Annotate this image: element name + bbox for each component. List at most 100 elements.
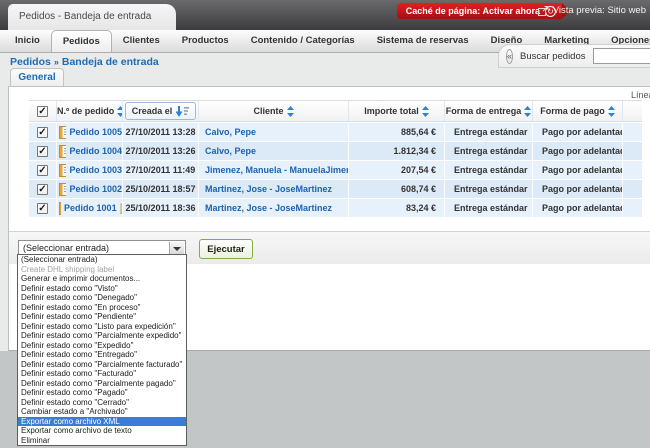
bulk-action-option[interactable]: Generar e imprimir documentos...: [18, 274, 186, 284]
menu-item-pedidos[interactable]: Pedidos: [50, 30, 112, 52]
sort-icon: [607, 105, 615, 117]
bulk-action-option[interactable]: Definir estado como "Entregado": [18, 350, 186, 360]
search-label: Buscar pedidos: [520, 50, 586, 62]
table-header-row: N.º de pedido Creada el: [29, 100, 642, 122]
breadcrumb-separator: »: [53, 57, 59, 67]
order-shipping: Entrega estándar: [445, 123, 533, 141]
bulk-action-option-highlighted[interactable]: Exportar como archivo XML: [18, 416, 186, 426]
row-checkbox[interactable]: [37, 202, 48, 214]
order-link[interactable]: Pedido 1001: [64, 203, 117, 213]
order-total: 83,24 €: [349, 199, 445, 217]
menu-item-inicio[interactable]: Inicio: [4, 30, 51, 52]
order-date: 27/10/2011 13:26: [123, 142, 199, 160]
window-tab-title: Pedidos - Bandeja de entrada: [19, 11, 152, 22]
preview-link[interactable]: Vista previa: Sitio web: [537, 5, 646, 16]
row-checkbox[interactable]: [37, 145, 48, 157]
external-link-icon: [537, 5, 549, 16]
table-row: Pedido 1002 25/10/2011 18:57 Martinez, J…: [29, 180, 642, 198]
order-link[interactable]: Pedido 1002: [69, 184, 122, 194]
bulk-action-option[interactable]: Definir estado como "Facturado": [18, 369, 186, 379]
bulk-action-option[interactable]: (Seleccionar entrada): [18, 255, 186, 265]
row-checkbox[interactable]: [37, 164, 48, 176]
order-total: 885,64 €: [349, 123, 445, 141]
column-header-select-all[interactable]: [29, 101, 57, 121]
order-doc-icon: [59, 201, 62, 215]
column-header-payment[interactable]: Forma de pago: [533, 101, 623, 121]
bulk-action-option[interactable]: Definir estado como "Pendiente": [18, 312, 186, 322]
column-header-spacer: [623, 101, 642, 121]
column-header-total[interactable]: Importe total: [349, 101, 445, 121]
bulk-action-option[interactable]: Definir estado como "Visto": [18, 284, 186, 294]
order-date: 25/10/2011 18:57: [123, 180, 199, 198]
order-link[interactable]: Pedido 1004: [69, 146, 122, 156]
lines-per-page-label: Línea: [631, 90, 650, 100]
window-tab[interactable]: Pedidos - Bandeja de entrada: [8, 4, 176, 30]
bulk-action-option[interactable]: Eliminar: [18, 436, 186, 446]
order-total: 207,54 €: [349, 161, 445, 179]
breadcrumb-parent[interactable]: Pedidos: [10, 56, 51, 68]
bulk-action-option-list: (Seleccionar entrada) Create DHL shippin…: [17, 254, 187, 446]
table-row: Pedido 1004 27/10/2011 13:26 Calvo, Pepe…: [29, 142, 642, 160]
menu-item-productos[interactable]: Productos: [171, 30, 240, 52]
collapse-search-button[interactable]: [506, 48, 514, 64]
order-shipping: Entrega estándar: [445, 199, 533, 217]
preview-label: Vista previa: Sitio web: [552, 5, 646, 16]
bulk-action-option[interactable]: Cambiar estado a "Archivado": [18, 407, 186, 417]
bulk-action-option[interactable]: Definir estado como "Pagado": [18, 388, 186, 398]
menu-item-contenido[interactable]: Contenido / Categorías: [240, 30, 366, 52]
order-payment: Pago por adelantado: [533, 199, 623, 217]
column-header-shipping[interactable]: Forma de entrega: [445, 101, 533, 121]
order-date: 27/10/2011 11:49: [123, 161, 199, 179]
order-link[interactable]: Pedido 1005: [69, 127, 122, 137]
breadcrumb-current[interactable]: Bandeja de entrada: [62, 56, 159, 68]
order-doc-icon: [59, 163, 67, 177]
title-bar: Pedidos - Bandeja de entrada Caché de pá…: [0, 0, 650, 30]
bulk-action-option[interactable]: Exportar como archivo de texto: [18, 426, 186, 436]
column-header-created[interactable]: Creada el: [123, 101, 199, 121]
order-doc-icon: [59, 125, 67, 139]
bulk-action-option[interactable]: Definir estado como "En proceso": [18, 303, 186, 313]
row-checkbox[interactable]: [37, 183, 48, 195]
order-link[interactable]: Pedido 1003: [69, 165, 122, 175]
search-input[interactable]: [592, 48, 650, 64]
sort-icon: [117, 105, 122, 117]
sort-icon: [524, 105, 532, 117]
order-payment: Pago por adelantado: [533, 180, 623, 198]
column-header-client[interactable]: Cliente: [199, 101, 349, 121]
bulk-action-option[interactable]: Definir estado como "Denegado": [18, 293, 186, 303]
order-shipping: Entrega estándar: [445, 142, 533, 160]
table-row: Pedido 1001 25/10/2011 18:36 Martinez, J…: [29, 199, 642, 217]
note-icon: [120, 203, 122, 214]
order-payment: Pago por adelantado: [533, 123, 623, 141]
order-date: 25/10/2011 18:36: [123, 199, 199, 217]
sort-icon: [286, 105, 294, 117]
orders-table: N.º de pedido Creada el: [29, 100, 642, 217]
execute-button[interactable]: Ejecutar: [199, 239, 253, 259]
order-shipping: Entrega estándar: [445, 180, 533, 198]
menu-item-sistema-reservas[interactable]: Sistema de reservas: [366, 30, 480, 52]
client-link[interactable]: Calvo, Pepe: [205, 146, 256, 156]
bulk-action-option[interactable]: Definir estado como "Parcialmente expedi…: [18, 331, 186, 341]
bulk-action-option[interactable]: Definir estado como "Expedido": [18, 341, 186, 351]
bulk-action-option[interactable]: Definir estado como "Parcialmente factur…: [18, 360, 186, 370]
bulk-action-option[interactable]: Definir estado como "Cerrado": [18, 398, 186, 408]
order-total: 1.812,34 €: [349, 142, 445, 160]
order-doc-icon: [59, 144, 67, 158]
order-payment: Pago por adelantado: [533, 142, 623, 160]
header-checkbox[interactable]: [37, 105, 48, 117]
sort-descending-icon: [176, 105, 190, 117]
bulk-action-option[interactable]: Definir estado como "Parcialmente pagado…: [18, 379, 186, 389]
tab-general[interactable]: General: [10, 68, 64, 86]
breadcrumb: Pedidos» Bandeja de entrada: [10, 56, 159, 68]
client-link[interactable]: Martinez, Jose - JoseMartinez: [205, 203, 332, 213]
order-payment: Pago por adelantado: [533, 161, 623, 179]
client-link[interactable]: Calvo, Pepe: [205, 127, 256, 137]
client-link[interactable]: Jimenez, Manuela - ManuelaJimenez: [205, 165, 348, 175]
search-bar: Buscar pedidos: [498, 44, 650, 68]
cache-badge-label: Caché de página: Activar ahora: [405, 6, 540, 16]
client-link[interactable]: Martinez, Jose - JoseMartinez: [205, 184, 332, 194]
bulk-action-option[interactable]: Definir estado como "Listo para expedici…: [18, 322, 186, 332]
row-checkbox[interactable]: [37, 126, 48, 138]
column-header-order-number[interactable]: N.º de pedido: [57, 101, 123, 121]
menu-item-clientes[interactable]: Clientes: [112, 30, 171, 52]
